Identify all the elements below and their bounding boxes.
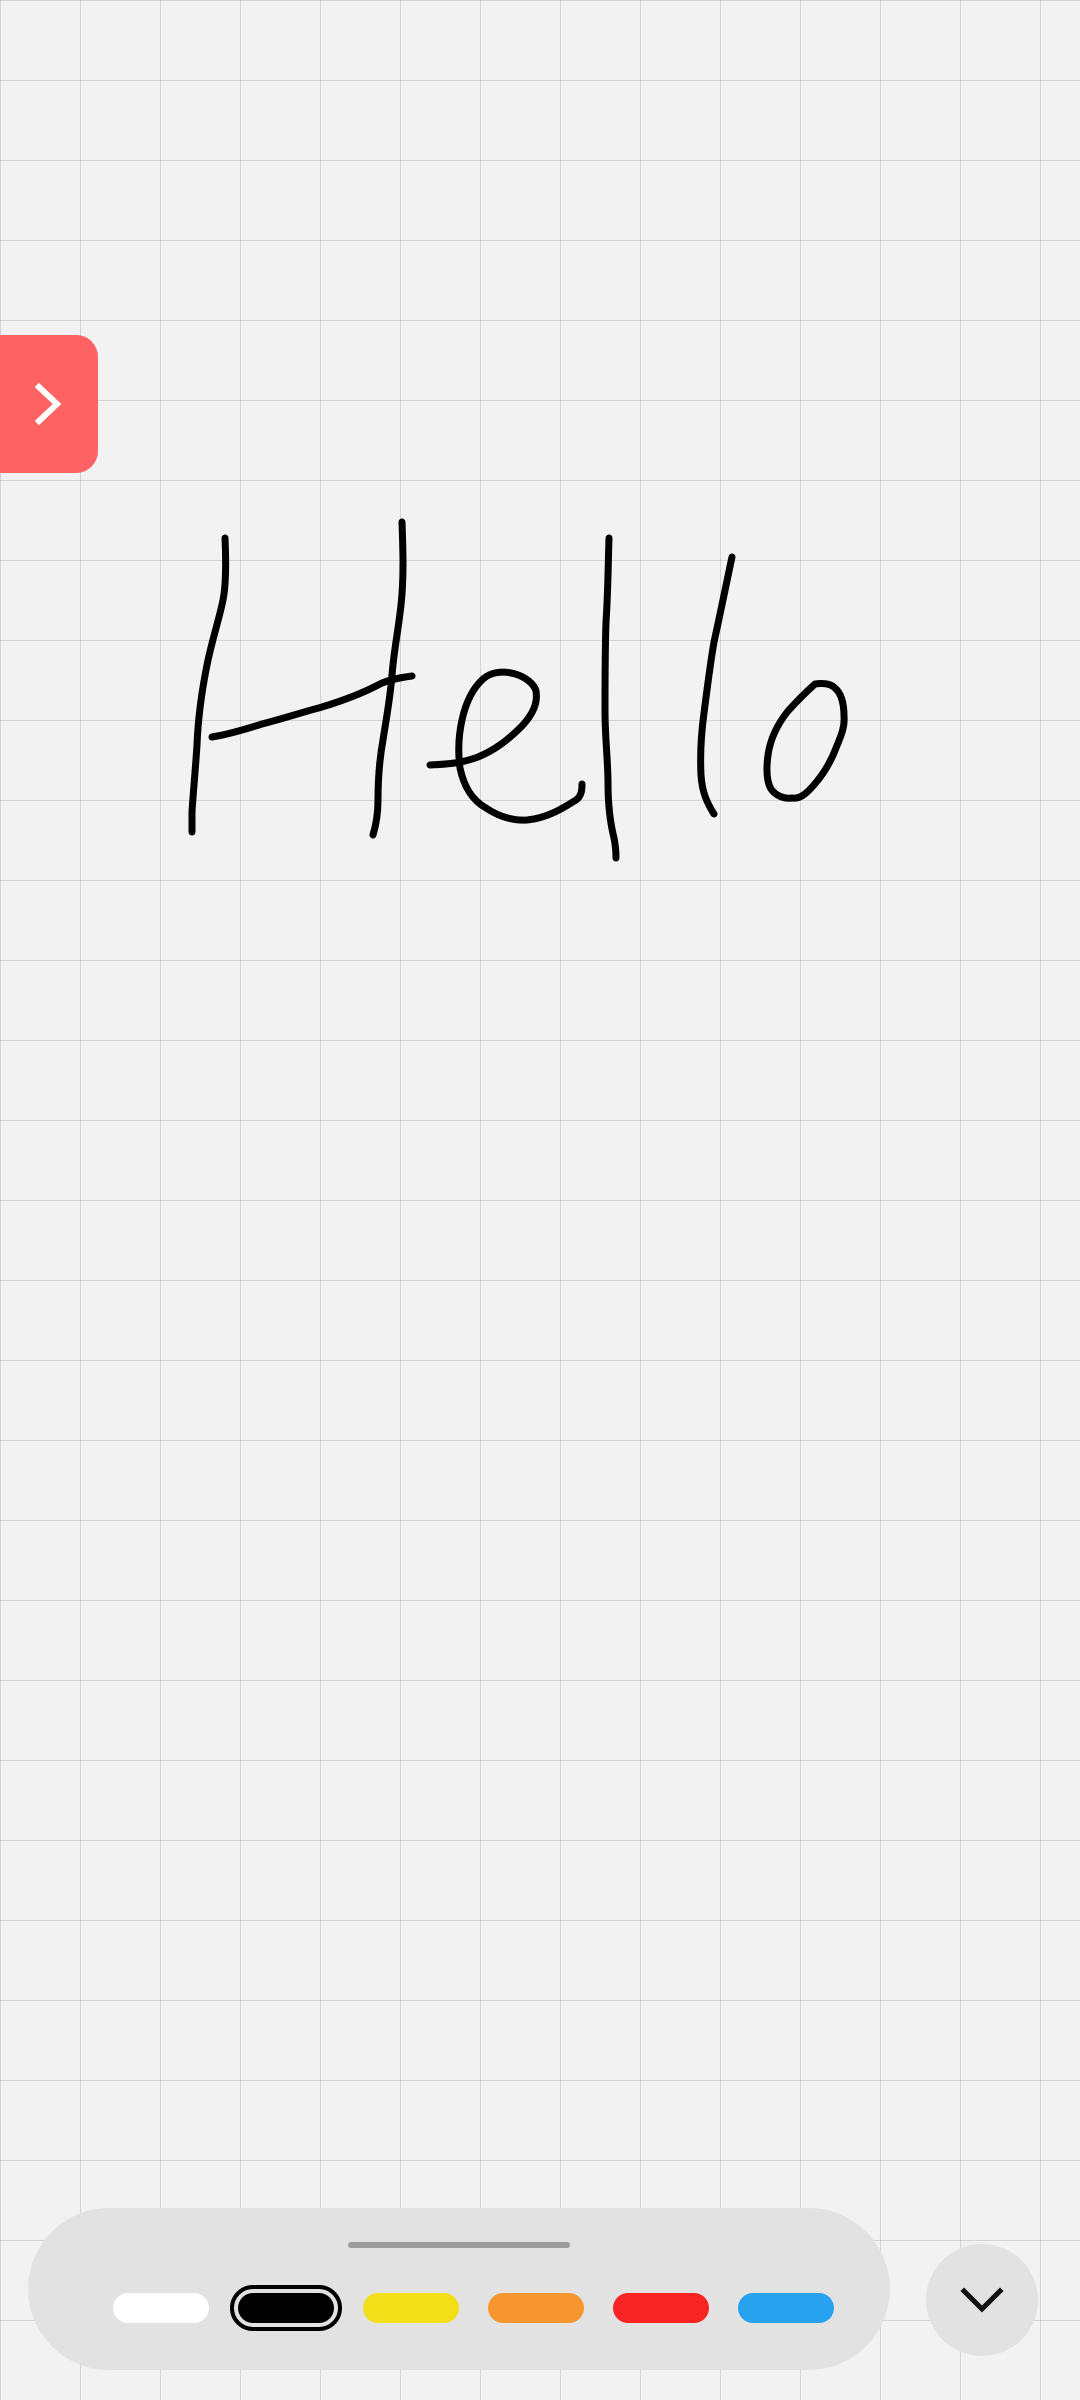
chevron-down-icon <box>960 2287 1004 2313</box>
stroke-e <box>426 668 586 824</box>
color-swatch-black[interactable] <box>230 2285 342 2331</box>
color-swatch-orange[interactable] <box>488 2293 584 2323</box>
color-toolbar <box>28 2208 890 2370</box>
color-swatch-blue[interactable] <box>738 2293 834 2323</box>
expand-panel-button[interactable] <box>0 335 98 473</box>
stroke-l-first <box>601 534 620 862</box>
stroke-o <box>763 680 848 802</box>
color-swatch-yellow[interactable] <box>363 2293 459 2323</box>
color-swatch-white[interactable] <box>113 2293 209 2323</box>
collapse-toolbar-button[interactable] <box>926 2244 1038 2356</box>
drag-handle[interactable] <box>348 2242 570 2248</box>
drawing-canvas[interactable] <box>0 0 1080 2400</box>
color-swatches <box>113 2284 863 2332</box>
stroke-l-second <box>697 553 736 818</box>
color-swatch-red[interactable] <box>613 2293 709 2323</box>
chevron-right-icon <box>34 382 62 426</box>
stroke-h-left <box>188 534 230 836</box>
handwriting-drawing <box>188 518 848 862</box>
